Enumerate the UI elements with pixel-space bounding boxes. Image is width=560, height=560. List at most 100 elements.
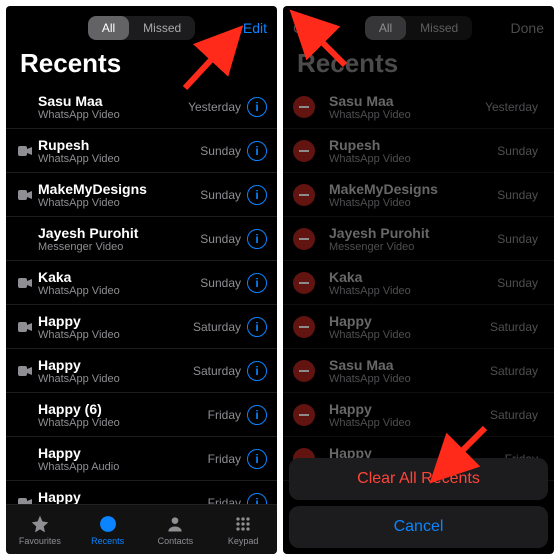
segmented-control[interactable]: All Missed bbox=[88, 16, 195, 40]
call-time: Yesterday bbox=[485, 100, 538, 114]
call-row-edit[interactable]: Sasu MaaWhatsApp VideoYesterday bbox=[283, 85, 554, 129]
call-source: WhatsApp Video bbox=[329, 285, 497, 297]
caller-name: Happy bbox=[38, 445, 208, 461]
call-row-edit[interactable]: Jayesh PurohitMessenger VideoSunday bbox=[283, 217, 554, 261]
caller-name: Rupesh bbox=[38, 137, 200, 153]
info-icon[interactable]: i bbox=[247, 97, 267, 117]
call-row[interactable]: Sasu MaaWhatsApp VideoYesterdayi bbox=[6, 85, 277, 129]
caller-name: Jayesh Purohit bbox=[329, 225, 497, 241]
page-title: Recents bbox=[6, 46, 277, 85]
video-icon bbox=[16, 278, 34, 288]
cancel-button[interactable]: Cancel bbox=[289, 506, 548, 548]
recents-edit-screen: Clear All Missed Done Recents Sasu MaaWh… bbox=[283, 6, 554, 554]
call-row[interactable]: Happy (6)WhatsApp VideoFridayi bbox=[6, 393, 277, 437]
caller-name: Sasu Maa bbox=[329, 93, 485, 109]
info-icon[interactable]: i bbox=[247, 141, 267, 161]
segmented-control[interactable]: All Missed bbox=[365, 16, 472, 40]
tab-contacts[interactable]: Contacts bbox=[142, 514, 210, 546]
recents-screen: All Missed Edit Recents Sasu MaaWhatsApp… bbox=[6, 6, 277, 554]
seg-all[interactable]: All bbox=[88, 16, 129, 40]
caller-name: Sasu Maa bbox=[38, 93, 188, 109]
tab-recents[interactable]: Recents bbox=[74, 514, 142, 546]
call-source: WhatsApp Video bbox=[329, 197, 497, 209]
delete-icon[interactable] bbox=[293, 96, 315, 118]
call-row[interactable]: MakeMyDesignsWhatsApp VideoSundayi bbox=[6, 173, 277, 217]
call-source: WhatsApp Video bbox=[38, 153, 200, 165]
page-title: Recents bbox=[283, 46, 554, 85]
keypad-icon bbox=[233, 514, 253, 534]
call-source: WhatsApp Video bbox=[38, 417, 208, 429]
call-source: Messenger Video bbox=[329, 241, 497, 253]
call-row[interactable]: HappyWhatsApp VideoSaturdayi bbox=[6, 349, 277, 393]
call-time: Sunday bbox=[200, 232, 241, 246]
caller-name: Happy bbox=[329, 401, 490, 417]
seg-all[interactable]: All bbox=[365, 16, 406, 40]
caller-name: Sasu Maa bbox=[329, 357, 490, 373]
info-icon[interactable]: i bbox=[247, 449, 267, 469]
caller-name: Kaka bbox=[38, 269, 200, 285]
clock-icon bbox=[98, 514, 118, 534]
video-icon bbox=[16, 322, 34, 332]
info-icon[interactable]: i bbox=[247, 273, 267, 293]
tab-label: Favourites bbox=[19, 536, 61, 546]
call-row-edit[interactable]: MakeMyDesignsWhatsApp VideoSunday bbox=[283, 173, 554, 217]
tab-favourites[interactable]: Favourites bbox=[6, 514, 74, 546]
call-source: Messenger Video bbox=[38, 241, 200, 253]
seg-missed[interactable]: Missed bbox=[129, 16, 195, 40]
call-time: Saturday bbox=[193, 364, 241, 378]
call-time: Saturday bbox=[490, 320, 538, 334]
clear-button[interactable]: Clear bbox=[293, 20, 333, 36]
delete-icon[interactable] bbox=[293, 228, 315, 250]
call-time: Sunday bbox=[497, 188, 538, 202]
call-time: Saturday bbox=[193, 320, 241, 334]
clear-all-recents-button[interactable]: Clear All Recents bbox=[289, 458, 548, 500]
call-time: Friday bbox=[208, 452, 241, 466]
call-row[interactable]: KakaWhatsApp VideoSundayi bbox=[6, 261, 277, 305]
delete-icon[interactable] bbox=[293, 404, 315, 426]
caller-name: Happy (6) bbox=[38, 401, 208, 417]
call-row[interactable]: HappyWhatsApp AudioFridayi bbox=[6, 437, 277, 481]
info-icon[interactable]: i bbox=[247, 317, 267, 337]
call-source: WhatsApp Video bbox=[38, 285, 200, 297]
recents-list[interactable]: Sasu MaaWhatsApp VideoYesterdayiRupeshWh… bbox=[6, 85, 277, 554]
delete-icon[interactable] bbox=[293, 316, 315, 338]
tab-label: Keypad bbox=[228, 536, 259, 546]
call-source: WhatsApp Video bbox=[329, 373, 490, 385]
info-icon[interactable]: i bbox=[247, 361, 267, 381]
call-source: WhatsApp Video bbox=[329, 153, 497, 165]
call-row-edit[interactable]: RupeshWhatsApp VideoSunday bbox=[283, 129, 554, 173]
call-source: WhatsApp Video bbox=[329, 329, 490, 341]
done-button[interactable]: Done bbox=[504, 20, 544, 36]
star-icon bbox=[30, 514, 50, 534]
call-row-edit[interactable]: Sasu MaaWhatsApp VideoSaturday bbox=[283, 349, 554, 393]
call-time: Saturday bbox=[490, 364, 538, 378]
info-icon[interactable]: i bbox=[247, 229, 267, 249]
caller-name: Jayesh Purohit bbox=[38, 225, 200, 241]
call-row-edit[interactable]: HappyWhatsApp VideoSaturday bbox=[283, 305, 554, 349]
call-row-edit[interactable]: KakaWhatsApp VideoSunday bbox=[283, 261, 554, 305]
recents-list-edit[interactable]: Sasu MaaWhatsApp VideoYesterdayRupeshWha… bbox=[283, 85, 554, 481]
call-time: Sunday bbox=[497, 276, 538, 290]
video-icon bbox=[16, 190, 34, 200]
call-row[interactable]: Jayesh PurohitMessenger VideoSundayi bbox=[6, 217, 277, 261]
call-source: WhatsApp Video bbox=[38, 329, 193, 341]
call-row[interactable]: HappyWhatsApp VideoSaturday i bbox=[6, 305, 277, 349]
delete-icon[interactable] bbox=[293, 360, 315, 382]
call-source: WhatsApp Audio bbox=[38, 461, 208, 473]
delete-icon[interactable] bbox=[293, 184, 315, 206]
tab-label: Contacts bbox=[158, 536, 194, 546]
call-time: Sunday bbox=[497, 232, 538, 246]
edit-button[interactable]: Edit bbox=[227, 20, 267, 36]
info-icon[interactable]: i bbox=[247, 185, 267, 205]
caller-name: Rupesh bbox=[329, 137, 497, 153]
call-row-edit[interactable]: HappyWhatsApp VideoSaturday bbox=[283, 393, 554, 437]
info-icon[interactable]: i bbox=[247, 405, 267, 425]
tab-keypad[interactable]: Keypad bbox=[209, 514, 277, 546]
caller-name: Happy bbox=[38, 313, 193, 329]
call-row[interactable]: RupeshWhatsApp VideoSundayi bbox=[6, 129, 277, 173]
delete-icon[interactable] bbox=[293, 140, 315, 162]
delete-icon[interactable] bbox=[293, 272, 315, 294]
seg-missed[interactable]: Missed bbox=[406, 16, 472, 40]
call-source: WhatsApp Video bbox=[329, 109, 485, 121]
call-source: WhatsApp Video bbox=[38, 373, 193, 385]
